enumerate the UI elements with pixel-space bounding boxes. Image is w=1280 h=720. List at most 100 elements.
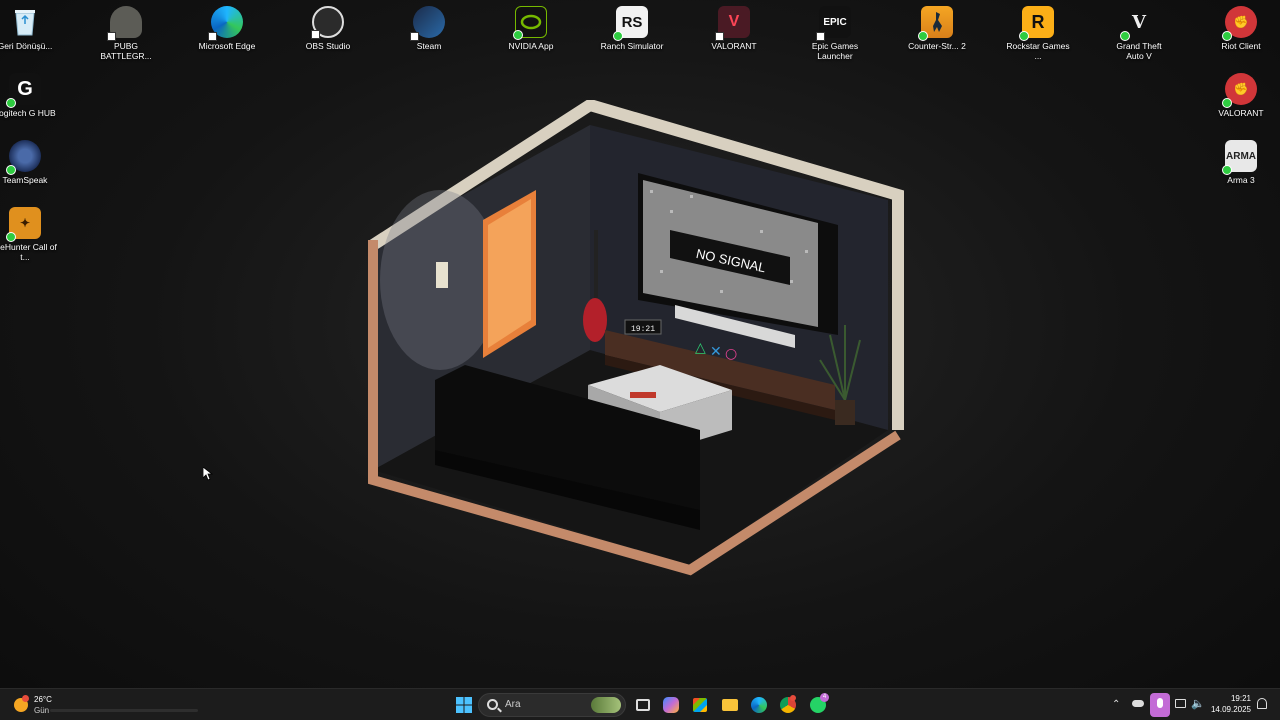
desktop-icon-label: Ranch Simulator xyxy=(600,41,664,51)
logitech-g-icon: G xyxy=(6,73,41,108)
taskbar: 26°C Gün Ara 4 ⌃ 🔈 19:21 14.09.2025 xyxy=(0,688,1280,720)
riot-valorant-icon: ✊ xyxy=(1222,73,1257,108)
desktop-icon-epic-games[interactable]: EPIC Epic Games Launcher xyxy=(803,6,867,61)
desktop-icon-label: OBS Studio xyxy=(305,41,351,51)
search-highlight-image-icon xyxy=(591,697,621,713)
search-icon xyxy=(487,699,498,710)
desktop-icon-teamspeak[interactable]: TeamSpeak xyxy=(0,140,57,185)
sync-status-icon xyxy=(6,165,16,175)
taskbar-edge[interactable] xyxy=(749,695,769,715)
taskbar-whatsapp[interactable]: 4 xyxy=(808,693,829,715)
sync-status-icon xyxy=(918,31,928,41)
mouse-cursor-icon xyxy=(203,467,213,481)
sync-status-icon xyxy=(1222,98,1232,108)
sync-status-icon xyxy=(513,30,523,40)
taskbar-chrome[interactable] xyxy=(778,695,798,715)
desktop-icon-label: Riot Client xyxy=(1221,41,1261,51)
desktop-icon-valorant[interactable]: V VALORANT xyxy=(702,6,766,51)
desktop-icon-ranch-simulator[interactable]: RS Ranch Simulator xyxy=(600,6,664,51)
desktop-icon-label: theHunter Call of t... xyxy=(0,242,57,262)
desktop-icon-label: PUBG BATTLEGR... xyxy=(100,41,152,61)
thehunter-icon: ✦ xyxy=(6,207,41,242)
volume-icon[interactable]: 🔈 xyxy=(1191,697,1205,710)
gta-v-icon: V xyxy=(1120,6,1155,41)
taskbar-search-box[interactable]: Ara xyxy=(478,693,626,717)
desktop-icon-rockstar[interactable]: R Rockstar Games ... xyxy=(1006,6,1070,61)
teamspeak-icon xyxy=(6,140,41,175)
desktop-icon-label: Microsoft Edge xyxy=(198,41,256,51)
shortcut-arrow-icon xyxy=(715,32,724,41)
desktop-icon-pubg[interactable]: PUBG BATTLEGR... xyxy=(94,6,158,61)
valorant-icon: V xyxy=(715,6,750,41)
chrome-notification-dot xyxy=(790,695,796,701)
svg-text:○: ○ xyxy=(725,346,737,362)
start-icon xyxy=(456,697,472,713)
weather-highlight-bar xyxy=(50,709,198,712)
desktop-icon-nvidia[interactable]: NVIDIA App xyxy=(499,6,563,51)
desktop-icon-logitech-g-hub[interactable]: G Logitech G HUB xyxy=(0,73,57,118)
desktop-icon-arma-3[interactable]: ARMA Arma 3 xyxy=(1209,140,1273,185)
nvidia-icon xyxy=(513,6,547,40)
sync-status-icon xyxy=(1222,165,1232,175)
rockstar-icon: R xyxy=(1019,6,1054,41)
copilot-icon xyxy=(663,697,679,713)
recycle-bin-icon xyxy=(9,6,41,38)
pubg-icon xyxy=(107,6,142,41)
onedrive-icon[interactable] xyxy=(1132,700,1144,707)
shortcut-arrow-icon xyxy=(410,32,419,41)
start-button[interactable] xyxy=(454,695,474,715)
ranch-simulator-icon: RS xyxy=(613,6,648,41)
taskbar-date: 14.09.2025 xyxy=(1210,705,1251,714)
riot-client-icon: ✊ xyxy=(1222,6,1257,41)
desktop-icon-obs[interactable]: OBS Studio xyxy=(296,6,360,51)
desktop-icon-counter-strike[interactable]: Counter-Str... 2 xyxy=(905,6,969,51)
taskbar-store[interactable] xyxy=(690,695,710,715)
desktop-icon-label: Arma 3 xyxy=(1227,175,1255,185)
taskbar-time: 19:21 xyxy=(1230,694,1251,703)
edge-icon xyxy=(751,697,767,713)
sync-status-icon xyxy=(6,232,16,242)
clock-area[interactable]: 19:21 14.09.2025 xyxy=(1206,693,1254,717)
notification-bell-icon[interactable] xyxy=(1257,698,1267,709)
desktop-icon-thehunter[interactable]: ✦ theHunter Call of t... xyxy=(0,207,57,262)
taskbar-copilot[interactable] xyxy=(661,695,681,715)
desktop-icon-riot-client[interactable]: ✊ Riot Client xyxy=(1209,6,1273,51)
desktop-icon-recycle-bin[interactable]: Geri Dönüşü... xyxy=(0,6,57,51)
weather-alert-badge xyxy=(22,695,29,702)
desktop-icon-steam[interactable]: Steam xyxy=(397,6,461,51)
sync-status-icon xyxy=(1019,31,1029,41)
desktop-icon-label: Steam xyxy=(416,41,442,51)
desktop-icon-riot-valorant[interactable]: ✊ VALORANT xyxy=(1209,73,1273,118)
desktop-icon-label: VALORANT xyxy=(1218,108,1264,118)
network-icon[interactable] xyxy=(1175,699,1186,708)
counter-strike-icon xyxy=(918,6,953,41)
desktop-icon-gta-v[interactable]: V Grand Theft Auto V xyxy=(1107,6,1171,62)
desktop-icon-label: Grand Theft Auto V xyxy=(1116,41,1162,61)
desktop-icon-label: VALORANT xyxy=(711,41,757,51)
sync-status-icon xyxy=(6,98,16,108)
svg-text:✕: ✕ xyxy=(710,344,722,360)
shortcut-arrow-icon xyxy=(816,32,825,41)
steam-icon xyxy=(410,6,445,41)
whatsapp-badge: 4 xyxy=(820,693,829,702)
desktop-icon-label: NVIDIA App xyxy=(508,41,554,51)
edge-icon xyxy=(208,6,243,41)
taskbar-file-explorer[interactable] xyxy=(720,695,740,715)
desktop-icon-edge[interactable]: Microsoft Edge xyxy=(195,6,259,51)
taskbar-task-view[interactable] xyxy=(633,695,653,715)
shortcut-arrow-icon xyxy=(208,32,217,41)
store-icon xyxy=(693,698,707,712)
obs-icon xyxy=(311,6,344,39)
tray-overflow-chevron-icon[interactable]: ⌃ xyxy=(1112,699,1120,710)
microphone-in-use-button[interactable] xyxy=(1150,693,1170,717)
sync-status-icon xyxy=(1120,31,1130,41)
weather-desc: Gün xyxy=(34,706,50,715)
weather-widget[interactable]: 26°C Gün xyxy=(10,693,200,717)
arma-3-icon: ARMA xyxy=(1222,140,1257,175)
desktop-icon-label: Logitech G HUB xyxy=(0,108,56,118)
weather-temp: 26°C xyxy=(34,695,52,704)
wallpaper-room-illustration: NO SIGNAL 19:21 △ ✕ ○ xyxy=(368,100,904,576)
microphone-icon xyxy=(1157,698,1163,708)
desktop-icon-label: Rockstar Games ... xyxy=(1006,41,1070,61)
wallpaper-clock-text: 19:21 xyxy=(631,325,655,334)
